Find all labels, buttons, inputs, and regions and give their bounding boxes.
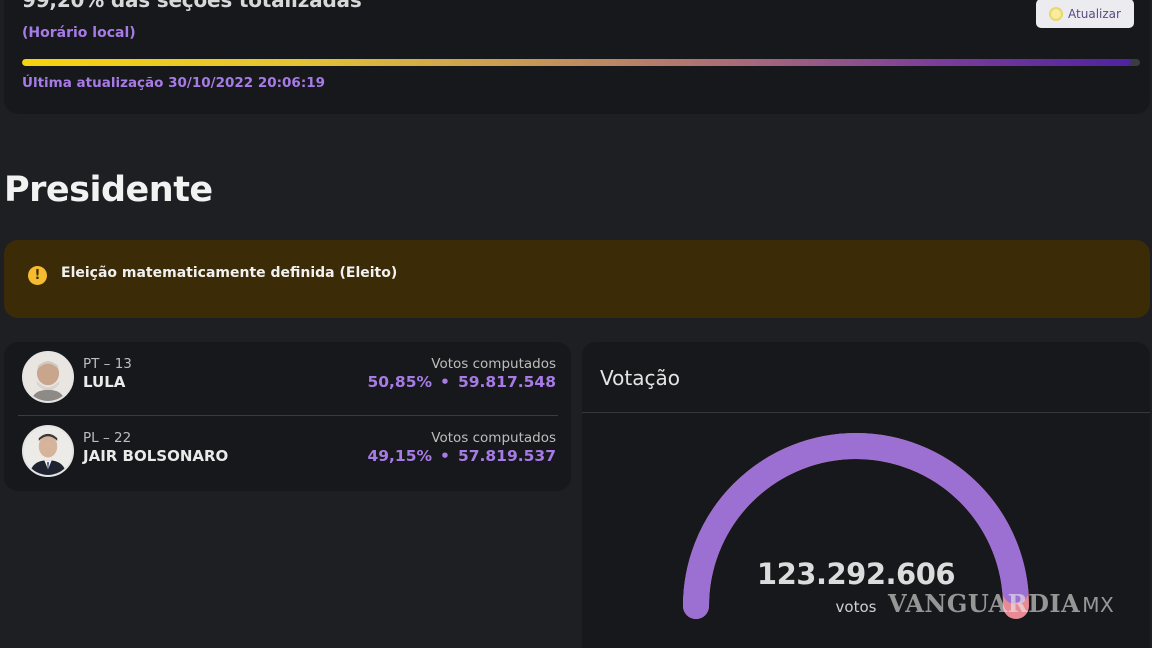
candidate-avatar: [22, 425, 74, 477]
alert-text: Eleição matematicamente definida (Eleito…: [61, 265, 398, 281]
candidate-row[interactable]: PT – 13 LULA Votos computados 50,85% • 59.…: [22, 342, 562, 414]
vote-count: 57.819.537: [457, 447, 556, 465]
info-icon: !: [28, 266, 47, 285]
vote-percent: 50,85%: [367, 373, 433, 391]
vote-percent: 49,15%: [367, 447, 433, 465]
total-votes: 123.292.606: [756, 557, 956, 591]
candidate-row[interactable]: PL – 22 JAIR BOLSONARO Votos computados …: [22, 416, 562, 488]
votes-label: Votos computados: [431, 430, 556, 446]
totalization-progress-fill: [22, 59, 1132, 66]
votes-label: Votos computados: [431, 356, 556, 372]
candidate-avatar: [22, 351, 74, 403]
refresh-button-label: Atualizar: [1068, 6, 1121, 21]
sun-icon: [1049, 6, 1064, 21]
local-time-label: (Horário local): [22, 25, 136, 41]
totalization-progress-bar: [22, 59, 1140, 66]
candidate-name: LULA: [83, 373, 126, 391]
watermark-suffix: MX: [1082, 593, 1115, 617]
candidate-party: PL – 22: [83, 430, 132, 446]
votes-value: 50,85% • 59.817.548: [367, 373, 556, 391]
totalization-title: 99,20% das seções totalizadas: [22, 0, 362, 12]
vote-count: 59.817.548: [457, 373, 556, 391]
last-update-text: Última atualização 30/10/2022 20:06:19: [22, 75, 326, 91]
watermark-brand: VANGUARDIA: [888, 589, 1081, 618]
page-title: Presidente: [4, 170, 213, 210]
candidates-card: PT – 13 LULA Votos computados 50,85% • 59.…: [4, 342, 571, 491]
watermark: VANGUARDIA MX: [888, 589, 1114, 618]
candidate-name: JAIR BOLSONARO: [83, 447, 229, 465]
refresh-button[interactable]: Atualizar: [1036, 0, 1134, 28]
candidate-party: PT – 13: [83, 356, 132, 372]
totalization-card: 99,20% das seções totalizadas (Horário l…: [4, 0, 1150, 114]
votes-value: 49,15% • 57.819.537: [367, 447, 556, 465]
election-status-alert: ! Eleição matematicamente definida (Elei…: [4, 240, 1150, 318]
